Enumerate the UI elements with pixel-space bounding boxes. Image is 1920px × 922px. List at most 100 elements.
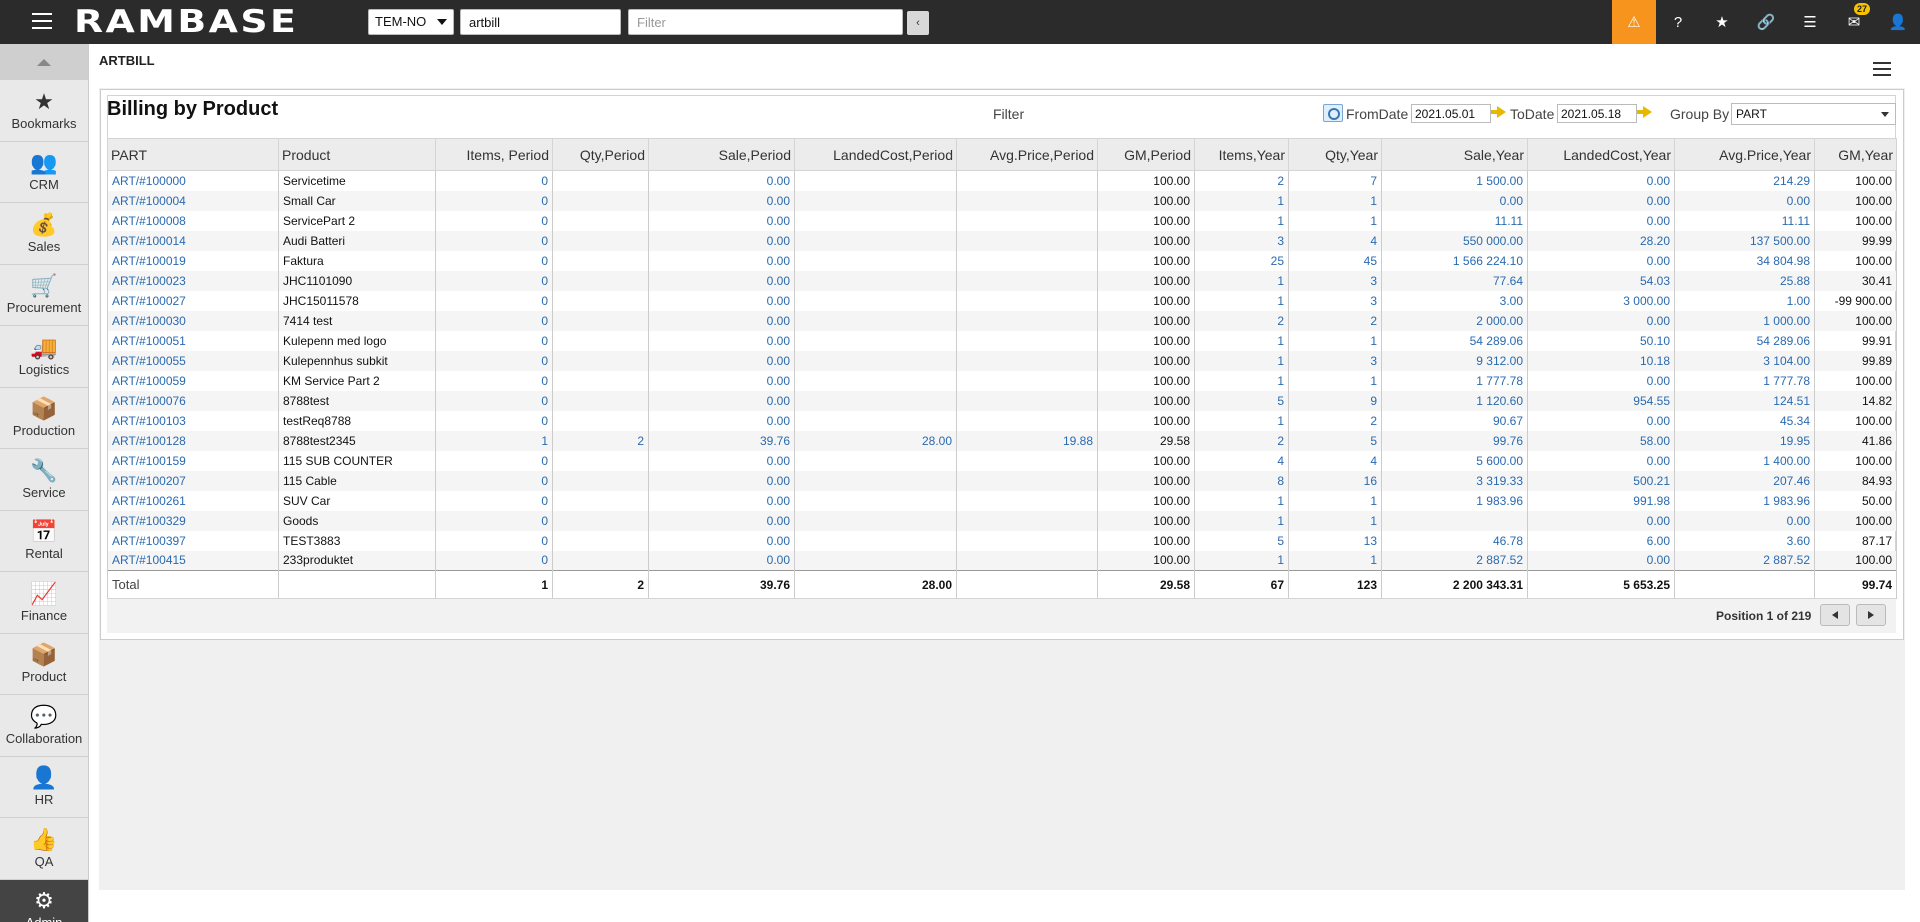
table-cell[interactable]: 0.00: [1527, 310, 1675, 331]
part-link[interactable]: ART/#100051: [107, 330, 279, 351]
table-cell[interactable]: [794, 470, 957, 491]
sidebar-item-hr[interactable]: 👤 HR: [0, 757, 88, 818]
next-page-button[interactable]: [1856, 604, 1886, 626]
table-cell[interactable]: [794, 230, 957, 251]
paperclip-icon[interactable]: 🔗: [1744, 0, 1788, 44]
table-cell[interactable]: [956, 210, 1098, 231]
table-cell[interactable]: 1: [1288, 370, 1382, 391]
table-cell[interactable]: [552, 270, 649, 291]
table-cell[interactable]: [794, 190, 957, 211]
table-cell[interactable]: [552, 530, 649, 551]
column-header-items-year[interactable]: Items,Year: [1194, 138, 1289, 171]
table-cell[interactable]: 1: [1194, 290, 1289, 311]
table-cell[interactable]: [552, 170, 649, 191]
table-cell[interactable]: 1 500.00: [1381, 170, 1528, 191]
table-cell[interactable]: 0: [435, 490, 553, 511]
table-cell[interactable]: 1 777.78: [1381, 370, 1528, 391]
table-cell[interactable]: 39.76: [648, 430, 795, 451]
table-cell[interactable]: 0: [435, 250, 553, 271]
table-cell[interactable]: [552, 470, 649, 491]
table-row[interactable]: ART/#100076 8788test 0 0.00 100.00 5 9 1 120.60…: [107, 390, 1897, 411]
table-row[interactable]: ART/#100014 Audi Batteri 0 0.00 100.00 3 4 550 …: [107, 230, 1897, 251]
table-cell[interactable]: [956, 470, 1098, 491]
star-icon[interactable]: ★: [1700, 0, 1744, 44]
table-cell[interactable]: 0.00: [648, 370, 795, 391]
column-header-part[interactable]: PART: [107, 138, 279, 171]
table-cell[interactable]: 7: [1288, 170, 1382, 191]
table-cell[interactable]: 16: [1288, 470, 1382, 491]
table-cell[interactable]: 28.20: [1527, 230, 1675, 251]
column-header-sale-period[interactable]: Sale,Period: [648, 138, 795, 171]
help-icon[interactable]: ?: [1656, 0, 1700, 44]
table-cell[interactable]: 9: [1288, 390, 1382, 411]
column-header-landedcost-year[interactable]: LandedCost,Year: [1527, 138, 1675, 171]
table-cell[interactable]: 0.00: [648, 470, 795, 491]
table-cell[interactable]: [794, 450, 957, 471]
table-cell[interactable]: 0.00: [648, 550, 795, 571]
table-cell[interactable]: 0: [435, 410, 553, 431]
table-cell[interactable]: 0.00: [648, 490, 795, 511]
table-cell[interactable]: 3: [1288, 290, 1382, 311]
to-date-input[interactable]: [1557, 104, 1637, 123]
table-cell[interactable]: 0: [435, 350, 553, 371]
table-cell[interactable]: [956, 530, 1098, 551]
table-cell[interactable]: [794, 410, 957, 431]
table-cell[interactable]: 1 983.96: [1381, 490, 1528, 511]
table-cell[interactable]: 1: [1194, 490, 1289, 511]
table-cell[interactable]: 50.10: [1527, 330, 1675, 351]
table-cell[interactable]: 3.00: [1381, 290, 1528, 311]
table-cell[interactable]: 5: [1288, 430, 1382, 451]
table-cell[interactable]: [956, 250, 1098, 271]
table-cell[interactable]: 0.00: [648, 450, 795, 471]
part-link[interactable]: ART/#100076: [107, 390, 279, 411]
table-cell[interactable]: [794, 370, 957, 391]
global-filter-input[interactable]: [628, 9, 903, 35]
table-cell[interactable]: 1: [1288, 490, 1382, 511]
part-link[interactable]: ART/#100027: [107, 290, 279, 311]
part-link[interactable]: ART/#100030: [107, 310, 279, 331]
table-cell[interactable]: 1: [1288, 550, 1382, 571]
table-cell[interactable]: [956, 330, 1098, 351]
table-cell[interactable]: 0.00: [648, 170, 795, 191]
table-cell[interactable]: 11.11: [1674, 210, 1815, 231]
table-cell[interactable]: 1: [1194, 350, 1289, 371]
table-cell[interactable]: 1: [1288, 510, 1382, 531]
table-cell[interactable]: [956, 290, 1098, 311]
part-link[interactable]: ART/#100128: [107, 430, 279, 451]
table-cell[interactable]: 0.00: [648, 210, 795, 231]
table-cell[interactable]: 1: [1194, 410, 1289, 431]
table-cell[interactable]: 550 000.00: [1381, 230, 1528, 251]
warning-icon[interactable]: ⚠: [1612, 0, 1656, 44]
table-cell[interactable]: 5: [1194, 530, 1289, 551]
table-cell[interactable]: 0: [435, 290, 553, 311]
main-menu-icon[interactable]: [32, 13, 52, 31]
part-link[interactable]: ART/#100415: [107, 550, 279, 571]
part-link[interactable]: ART/#100023: [107, 270, 279, 291]
table-cell[interactable]: 5: [1194, 390, 1289, 411]
column-header-sale-year[interactable]: Sale,Year: [1381, 138, 1528, 171]
sidebar-item-production[interactable]: 📦 Production: [0, 388, 88, 449]
table-cell[interactable]: 1: [1194, 510, 1289, 531]
table-cell[interactable]: 3: [1194, 230, 1289, 251]
previous-page-button[interactable]: [1820, 604, 1850, 626]
table-row[interactable]: ART/#100207 115 Cable 0 0.00 100.00 8 16 3 319.…: [107, 470, 1897, 491]
table-row[interactable]: ART/#100128 8788test2345 1 2 39.76 28.00 19.88…: [107, 430, 1897, 451]
table-cell[interactable]: 0.00: [1527, 550, 1675, 571]
table-cell[interactable]: 1 400.00: [1674, 450, 1815, 471]
table-cell[interactable]: 45.34: [1674, 410, 1815, 431]
table-cell[interactable]: 25: [1194, 250, 1289, 271]
table-cell[interactable]: [552, 390, 649, 411]
table-cell[interactable]: 58.00: [1527, 430, 1675, 451]
table-cell[interactable]: 1: [1288, 210, 1382, 231]
table-cell[interactable]: 0: [435, 230, 553, 251]
column-header-product[interactable]: Product: [278, 138, 436, 171]
table-cell[interactable]: [956, 370, 1098, 391]
column-header-landedcost-period[interactable]: LandedCost,Period: [794, 138, 957, 171]
table-cell[interactable]: 3: [1288, 350, 1382, 371]
table-cell[interactable]: 214.29: [1674, 170, 1815, 191]
table-cell[interactable]: 0: [435, 330, 553, 351]
table-row[interactable]: ART/#100103 testReq8788 0 0.00 100.00 1 2 90.67…: [107, 410, 1897, 431]
column-header-gm-year[interactable]: GM,Year: [1814, 138, 1897, 171]
table-cell[interactable]: [552, 450, 649, 471]
table-cell[interactable]: 0.00: [648, 510, 795, 531]
